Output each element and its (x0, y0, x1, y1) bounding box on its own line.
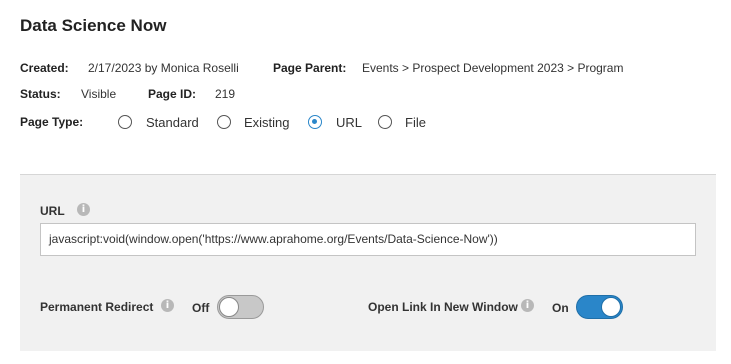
page-type-file-radio[interactable] (378, 115, 392, 129)
open-new-window-state-text: On (552, 301, 569, 315)
page-parent-label: Page Parent: (273, 61, 347, 75)
status-label: Status: (20, 87, 61, 101)
page-type-existing-radio[interactable] (217, 115, 231, 129)
created-label: Created: (20, 61, 69, 75)
permanent-redirect-state-text: Off (192, 301, 210, 315)
page-parent-value: Events > Prospect Development 2023 > Pro… (362, 61, 624, 75)
page-type-file-label[interactable]: File (405, 115, 426, 130)
status-value: Visible (81, 87, 117, 101)
page-id-label: Page ID: (148, 87, 197, 101)
open-new-window-label: Open Link In New Window (368, 300, 518, 314)
url-settings-panel: URL javascript:void(window.open('https:/… (20, 174, 716, 351)
page-type-existing-label[interactable]: Existing (244, 115, 290, 130)
url-input[interactable]: javascript:void(window.open('https://www… (40, 223, 696, 256)
open-new-window-info-icon[interactable] (521, 299, 534, 312)
page-type-url-radio[interactable] (308, 115, 322, 129)
open-new-window-toggle[interactable] (576, 295, 623, 319)
permanent-redirect-toggle[interactable] (217, 295, 264, 319)
page-id-value: 219 (215, 87, 236, 101)
page-type-standard-label[interactable]: Standard (146, 115, 199, 130)
toggle-knob (601, 297, 621, 317)
url-field-label: URL (40, 204, 65, 218)
created-value: 2/17/2023 by Monica Roselli (88, 61, 239, 75)
url-info-icon[interactable] (77, 203, 90, 216)
page-type-standard-radio[interactable] (118, 115, 132, 129)
page-type-label: Page Type: (20, 115, 84, 129)
permanent-redirect-info-icon[interactable] (161, 299, 174, 312)
page-title: Data Science Now (20, 16, 167, 35)
page-type-url-label[interactable]: URL (336, 115, 362, 130)
toggle-knob (219, 297, 239, 317)
permanent-redirect-label: Permanent Redirect (40, 300, 154, 314)
